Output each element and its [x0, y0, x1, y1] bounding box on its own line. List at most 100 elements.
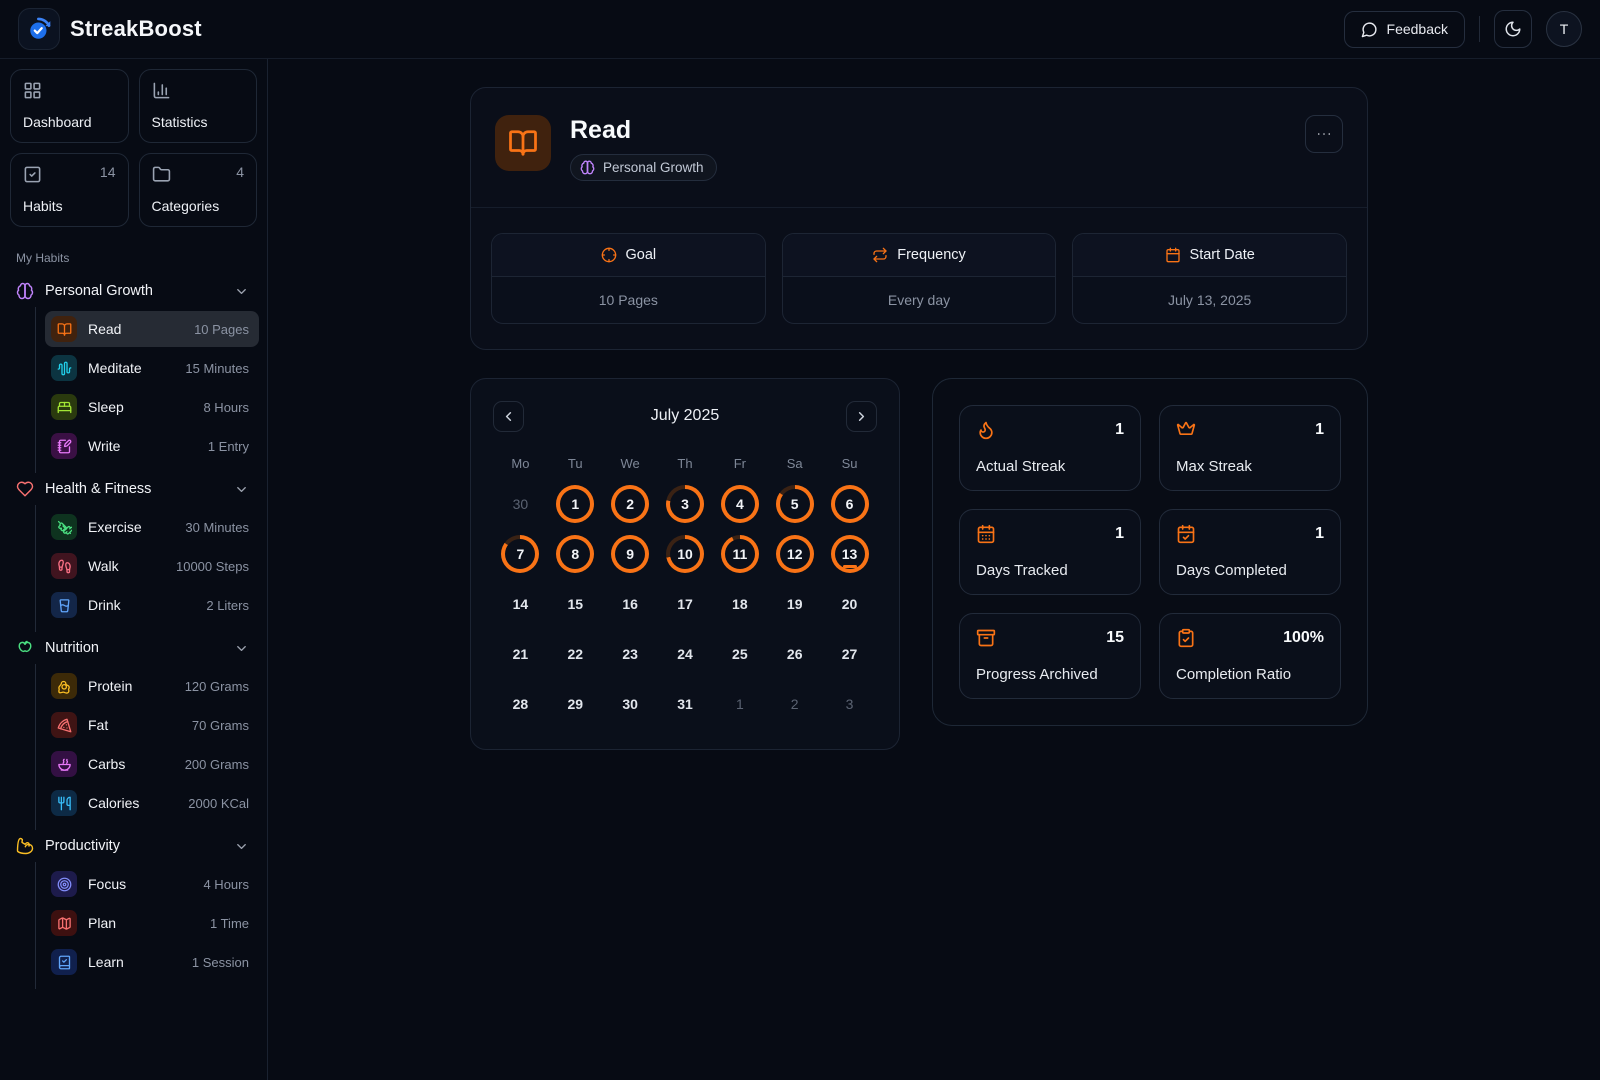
- calendar-day[interactable]: 12: [776, 535, 814, 573]
- sidebar-habit-meditate[interactable]: Meditate15 Minutes: [45, 350, 259, 386]
- calendar-day[interactable]: 1: [721, 685, 759, 723]
- calendar-day[interactable]: 4: [721, 485, 759, 523]
- theme-toggle-button[interactable]: [1494, 10, 1532, 48]
- calendar-day[interactable]: 26: [776, 635, 814, 673]
- calendar-day[interactable]: 31: [666, 685, 704, 723]
- sidebar-habit-learn[interactable]: Learn1 Session: [45, 944, 259, 980]
- calendar-day[interactable]: 1: [556, 485, 594, 523]
- feedback-button[interactable]: Feedback: [1344, 11, 1465, 48]
- calendar-day[interactable]: 29: [556, 685, 594, 723]
- sidebar-habit-drink[interactable]: Drink2 Liters: [45, 587, 259, 623]
- sidebar-habit-plan[interactable]: Plan1 Time: [45, 905, 259, 941]
- apple-icon: [16, 639, 34, 657]
- sidebar-card-dashboard[interactable]: Dashboard: [10, 69, 129, 143]
- day-number: 10: [677, 546, 693, 562]
- calendar-day[interactable]: 16: [611, 585, 649, 623]
- nav-card-label: Dashboard: [23, 114, 116, 130]
- glass-water-icon: [51, 592, 77, 618]
- calendar-day[interactable]: 2: [776, 685, 814, 723]
- calendar-day[interactable]: 23: [611, 635, 649, 673]
- sidebar-habit-exercise[interactable]: Exercise30 Minutes: [45, 509, 259, 545]
- calendar-day[interactable]: 27: [831, 635, 869, 673]
- stat-card-days-completed: 1Days Completed: [1159, 509, 1341, 595]
- calendar-day[interactable]: 3: [831, 685, 869, 723]
- calendar-day[interactable]: 22: [556, 635, 594, 673]
- category-badge: Personal Growth: [570, 154, 717, 181]
- category-header-nutrition[interactable]: Nutrition: [8, 632, 259, 664]
- day-number: 2: [791, 696, 799, 712]
- sidebar-habit-protein[interactable]: Protein120 Grams: [45, 668, 259, 704]
- habit-big-icon-box: [495, 115, 551, 171]
- bicep-icon: [16, 837, 34, 855]
- sidebar-nav-grid: Dashboard Statistics14Habits4Categories: [8, 69, 259, 227]
- calendar-next-button[interactable]: [846, 401, 877, 432]
- day-number: 14: [513, 596, 529, 612]
- calendar-day[interactable]: 30: [611, 685, 649, 723]
- weekday-label: Tu: [568, 456, 583, 473]
- day-number: 24: [677, 646, 693, 662]
- sidebar-card-categories[interactable]: 4Categories: [139, 153, 258, 227]
- sidebar-habit-focus[interactable]: Focus4 Hours: [45, 866, 259, 902]
- day-number: 17: [677, 596, 693, 612]
- calendar-days-icon: [976, 524, 996, 544]
- calendar-day[interactable]: 15: [556, 585, 594, 623]
- calendar-day[interactable]: 5: [776, 485, 814, 523]
- info-card-value: July 13, 2025: [1073, 277, 1346, 323]
- calendar-day[interactable]: 2: [611, 485, 649, 523]
- calendar-icon: [1165, 247, 1181, 263]
- day-number: 23: [622, 646, 638, 662]
- habit-detail-card: Read Personal Growth Goal10 PagesFrequen…: [470, 87, 1368, 350]
- sidebar-habit-read[interactable]: Read10 Pages: [45, 311, 259, 347]
- calendar-day-today[interactable]: 13: [831, 535, 869, 573]
- calendar-day[interactable]: 24: [666, 635, 704, 673]
- calendar-day[interactable]: 3: [666, 485, 704, 523]
- sidebar-habit-walk[interactable]: Walk10000 Steps: [45, 548, 259, 584]
- category-header-personal-growth[interactable]: Personal Growth: [8, 275, 259, 307]
- day-number: 7: [517, 546, 525, 562]
- habit-name: Meditate: [88, 360, 174, 376]
- calendar-day[interactable]: 18: [721, 585, 759, 623]
- stat-value: 1: [1115, 421, 1124, 439]
- calendar-day[interactable]: 6: [831, 485, 869, 523]
- sidebar-card-statistics[interactable]: Statistics: [139, 69, 258, 143]
- calendar-day[interactable]: 8: [556, 535, 594, 573]
- calendar-prev-button[interactable]: [493, 401, 524, 432]
- habit-goal-value: 10000 Steps: [176, 559, 249, 574]
- info-card-frequency: FrequencyEvery day: [782, 233, 1057, 324]
- calendar-day[interactable]: 11: [721, 535, 759, 573]
- calendar-day[interactable]: 7: [501, 535, 539, 573]
- calendar-day[interactable]: 14: [501, 585, 539, 623]
- sidebar-habit-write[interactable]: Write1 Entry: [45, 428, 259, 464]
- calendar-day[interactable]: 25: [721, 635, 759, 673]
- category-name: Nutrition: [45, 640, 223, 656]
- sidebar-card-habits[interactable]: 14Habits: [10, 153, 129, 227]
- calendar-day[interactable]: 21: [501, 635, 539, 673]
- sidebar-habit-sleep[interactable]: Sleep8 Hours: [45, 389, 259, 425]
- calendar-day[interactable]: 9: [611, 535, 649, 573]
- calendar-day[interactable]: 10: [666, 535, 704, 573]
- info-card-goal: Goal10 Pages: [491, 233, 766, 324]
- calendar-day[interactable]: 19: [776, 585, 814, 623]
- category-header-productivity[interactable]: Productivity: [8, 830, 259, 862]
- calendar-day[interactable]: 17: [666, 585, 704, 623]
- calendar-day[interactable]: 20: [831, 585, 869, 623]
- category-header-health-fitness[interactable]: Health & Fitness: [8, 473, 259, 505]
- calendar-day[interactable]: 30: [501, 485, 539, 523]
- calendar-day[interactable]: 28: [501, 685, 539, 723]
- day-number: 18: [732, 596, 748, 612]
- habit-name: Plan: [88, 915, 199, 931]
- archive-icon: [976, 628, 996, 648]
- habit-goal-value: 1 Session: [192, 955, 249, 970]
- clipboard-check-icon: [1176, 628, 1196, 648]
- message-circle-icon: [1361, 21, 1378, 38]
- avatar[interactable]: T: [1546, 11, 1582, 47]
- day-number: 30: [513, 496, 529, 512]
- sidebar-habit-carbs[interactable]: Carbs200 Grams: [45, 746, 259, 782]
- day-number: 22: [567, 646, 583, 662]
- sidebar-habit-fat[interactable]: Fat70 Grams: [45, 707, 259, 743]
- nav-card-label: Categories: [152, 198, 245, 214]
- info-card-value: 10 Pages: [492, 277, 765, 323]
- habit-list: Focus4 HoursPlan1 TimeLearn1 Session: [35, 862, 259, 989]
- sidebar-habit-calories[interactable]: Calories2000 KCal: [45, 785, 259, 821]
- habit-menu-button[interactable]: [1305, 115, 1343, 153]
